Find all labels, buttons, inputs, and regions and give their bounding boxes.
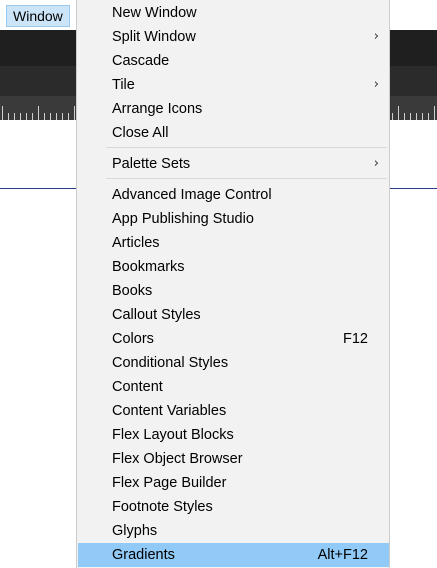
menu-item-label: Content bbox=[112, 379, 163, 395]
menu-item-label: App Publishing Studio bbox=[112, 211, 254, 227]
ruler-tick bbox=[428, 113, 429, 120]
menu-item-advanced-image-control[interactable]: Advanced Image Control bbox=[78, 183, 389, 207]
window-dropdown-menu: New Window Split Window › Cascade Tile ›… bbox=[76, 0, 390, 568]
menu-item-glyphs[interactable]: Glyphs bbox=[78, 519, 389, 543]
ruler-tick bbox=[422, 113, 423, 120]
menu-item-label: Palette Sets bbox=[112, 156, 191, 172]
menu-item-label: Articles bbox=[112, 235, 160, 251]
menu-item-conditional-styles[interactable]: Conditional Styles bbox=[78, 351, 389, 375]
ruler-tick bbox=[56, 113, 57, 120]
menu-item-bookmarks[interactable]: Bookmarks bbox=[78, 255, 389, 279]
ruler-tick bbox=[398, 106, 399, 120]
ruler-tick bbox=[14, 113, 15, 120]
menu-item-split-window[interactable]: Split Window › bbox=[78, 25, 389, 49]
menu-item-label: Footnote Styles bbox=[112, 499, 213, 515]
menu-item-flex-object-browser[interactable]: Flex Object Browser bbox=[78, 447, 389, 471]
menu-item-label: Content Variables bbox=[112, 403, 227, 419]
menu-item-content-variables[interactable]: Content Variables bbox=[78, 399, 389, 423]
menu-item-label: Flex Layout Blocks bbox=[112, 427, 234, 443]
chevron-right-icon: › bbox=[373, 29, 379, 44]
menu-item-label: Advanced Image Control bbox=[112, 187, 272, 203]
menu-separator bbox=[106, 147, 387, 148]
menu-item-label: Split Window bbox=[112, 29, 196, 45]
menu-item-arrange-icons[interactable]: Arrange Icons bbox=[78, 97, 389, 121]
ruler-tick bbox=[38, 106, 39, 120]
menu-item-label: Colors bbox=[112, 331, 154, 347]
menu-item-label: Books bbox=[112, 283, 153, 299]
menu-item-label: Cascade bbox=[112, 53, 170, 69]
menu-item-callout-styles[interactable]: Callout Styles bbox=[78, 303, 389, 327]
menu-item-label: Tile bbox=[112, 77, 135, 93]
menu-item-tile[interactable]: Tile › bbox=[78, 73, 389, 97]
menu-item-label: Close All bbox=[112, 125, 169, 141]
ruler-tick bbox=[2, 106, 3, 120]
menu-item-gradients[interactable]: Gradients Alt+F12 bbox=[78, 543, 389, 567]
menu-item-label: Callout Styles bbox=[112, 307, 201, 323]
menu-item-label: Bookmarks bbox=[112, 259, 185, 275]
ruler-tick bbox=[26, 113, 27, 120]
chevron-right-icon: › bbox=[373, 77, 379, 92]
menu-item-label: New Window bbox=[112, 5, 197, 21]
menu-item-palette-sets[interactable]: Palette Sets › bbox=[78, 152, 389, 176]
menu-item-label: Arrange Icons bbox=[112, 101, 203, 117]
ruler-tick bbox=[20, 113, 21, 120]
ruler-tick bbox=[50, 113, 51, 120]
menu-item-articles[interactable]: Articles bbox=[78, 231, 389, 255]
ruler-tick bbox=[32, 113, 33, 120]
ruler-tick bbox=[44, 113, 45, 120]
menu-item-flex-page-builder[interactable]: Flex Page Builder bbox=[78, 471, 389, 495]
menu-item-label: Glyphs bbox=[112, 523, 158, 539]
ruler-tick bbox=[392, 113, 393, 120]
menu-item-books[interactable]: Books bbox=[78, 279, 389, 303]
menu-item-flex-layout-blocks[interactable]: Flex Layout Blocks bbox=[78, 423, 389, 447]
menubar-item-window[interactable]: Window bbox=[6, 5, 70, 27]
ruler-tick bbox=[434, 106, 435, 120]
menu-item-label: Conditional Styles bbox=[112, 355, 229, 371]
menu-item-colors[interactable]: Colors F12 bbox=[78, 327, 389, 351]
ruler-tick bbox=[68, 113, 69, 120]
menu-item-app-publishing-studio[interactable]: App Publishing Studio bbox=[78, 207, 389, 231]
ruler-tick bbox=[8, 113, 9, 120]
chevron-right-icon: › bbox=[373, 156, 379, 171]
ruler-tick bbox=[416, 113, 417, 120]
ruler-tick bbox=[404, 113, 405, 120]
menu-item-label: Flex Object Browser bbox=[112, 451, 243, 467]
ruler-tick bbox=[410, 113, 411, 120]
ruler-tick bbox=[62, 113, 63, 120]
menu-item-label: Flex Page Builder bbox=[112, 475, 227, 491]
menu-item-content[interactable]: Content bbox=[78, 375, 389, 399]
menu-item-footnote-styles[interactable]: Footnote Styles bbox=[78, 495, 389, 519]
menu-item-close-all[interactable]: Close All bbox=[78, 121, 389, 145]
menu-item-shortcut: F12 bbox=[343, 331, 368, 347]
menu-item-new-window[interactable]: New Window bbox=[78, 1, 389, 25]
menu-item-label: Gradients bbox=[112, 547, 175, 563]
menu-separator bbox=[106, 178, 387, 179]
menu-item-cascade[interactable]: Cascade bbox=[78, 49, 389, 73]
ruler-tick bbox=[74, 106, 75, 120]
menu-item-shortcut: Alt+F12 bbox=[317, 547, 368, 563]
